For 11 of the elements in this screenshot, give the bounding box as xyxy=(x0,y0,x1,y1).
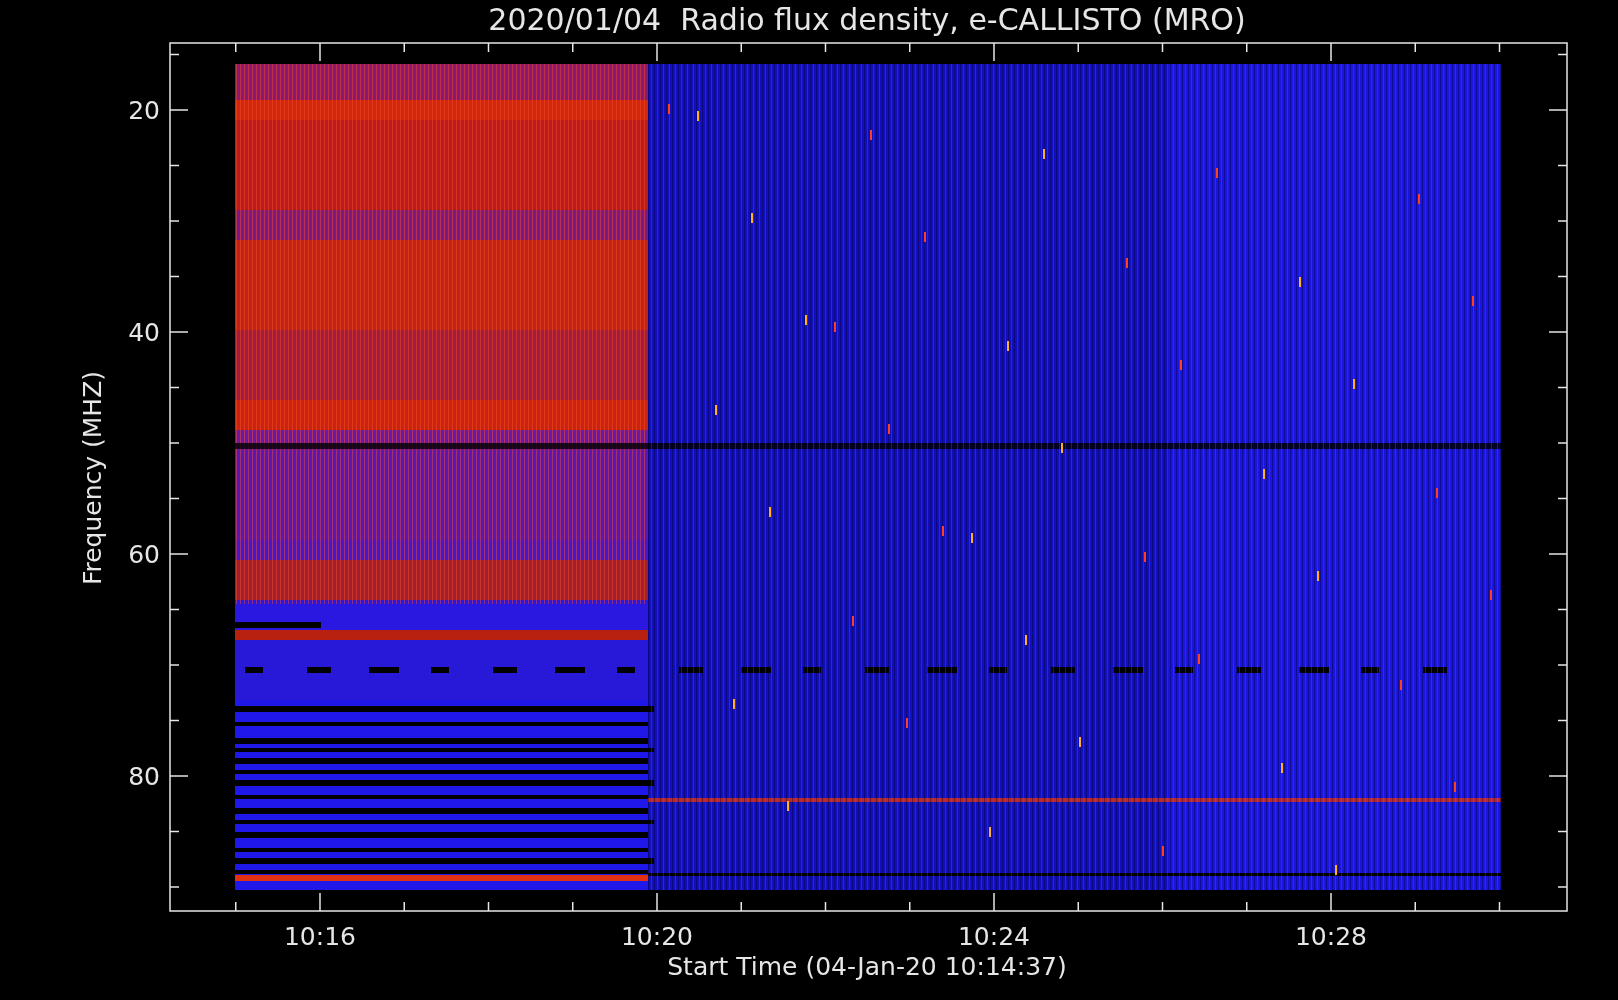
y-tick-label: 40 xyxy=(128,318,160,347)
x-tick-label: 10:24 xyxy=(958,922,1030,951)
y-tick-label: 20 xyxy=(128,96,160,125)
x-tick-label: 10:28 xyxy=(1295,922,1367,951)
y-tick-label: 60 xyxy=(128,540,160,569)
y-tick-label: 80 xyxy=(128,762,160,791)
x-axis-label: Start Time (04-Jan-20 10:14:37) xyxy=(667,952,1067,981)
chart-title: 2020/01/04 Radio flux density, e-CALLISTO (MRO) xyxy=(488,2,1246,37)
x-tick-label: 10:16 xyxy=(284,922,356,951)
y-axis-label: Frequency (MHZ) xyxy=(78,370,107,586)
x-tick-label: 10:20 xyxy=(621,922,693,951)
